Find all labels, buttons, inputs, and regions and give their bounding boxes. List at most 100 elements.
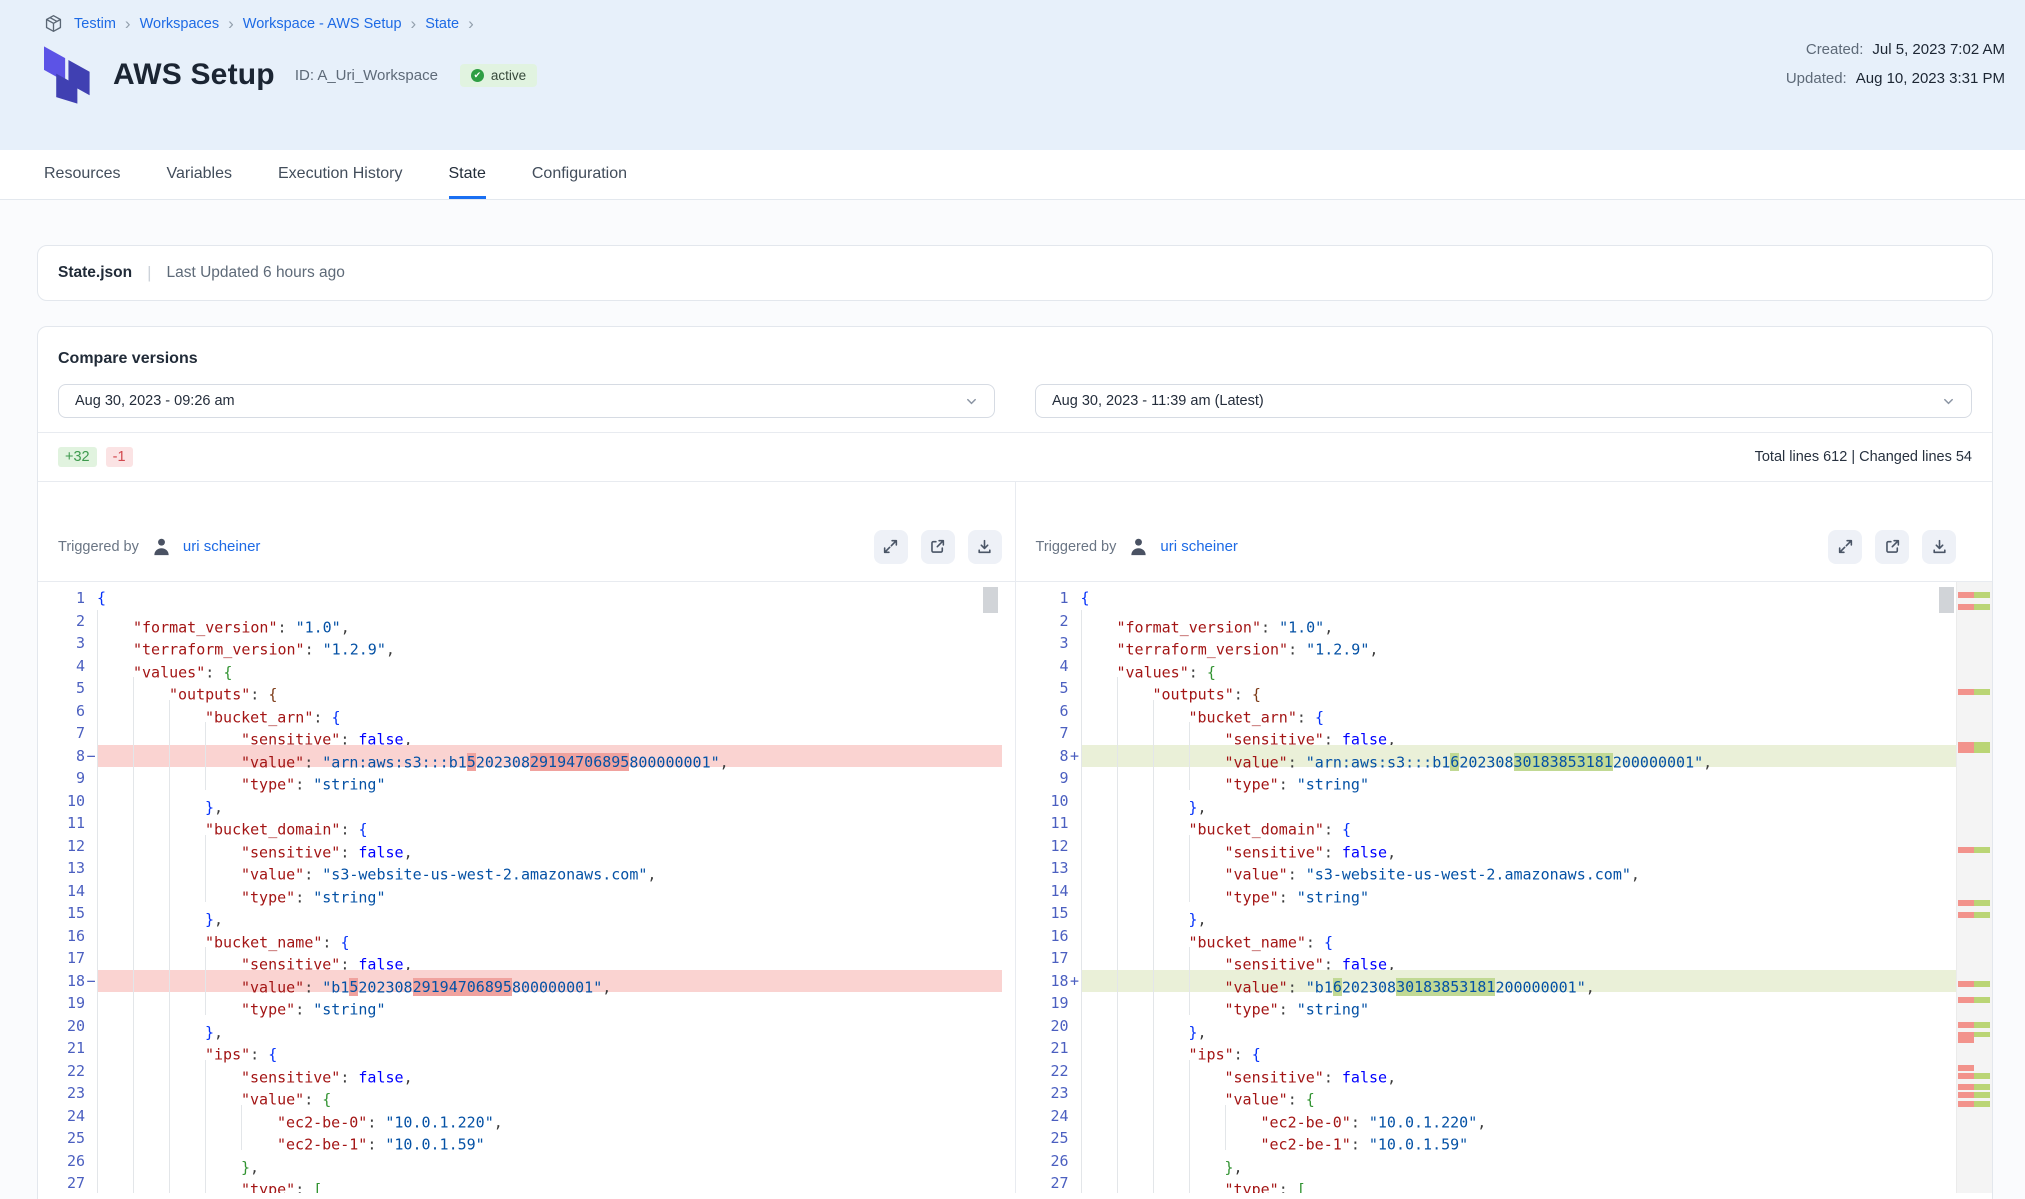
- indent-guide: [97, 745, 133, 768]
- indent-guide: [97, 857, 133, 880]
- indent-guide: [169, 835, 205, 858]
- indent-guide: [1153, 745, 1189, 768]
- indent-guide: [133, 925, 169, 948]
- scrollbar-left[interactable]: [983, 587, 998, 613]
- expand-button[interactable]: [1828, 530, 1862, 564]
- code-line: 27"type": [: [1029, 1172, 1993, 1193]
- code-line-text: },: [1081, 1150, 1993, 1173]
- code-line-text: },: [1081, 1015, 1993, 1038]
- indent-guide: [1081, 1015, 1117, 1038]
- updated-label: Updated:: [1786, 70, 1847, 87]
- indent-guide: [1153, 1172, 1189, 1193]
- code-line-text: "value": "s3-website-us-west-2.amazonaws…: [1081, 857, 1993, 880]
- line-number: 10: [1029, 790, 1081, 813]
- open-external-button[interactable]: [1875, 530, 1909, 564]
- indent-guide: [133, 767, 169, 790]
- version-select-right[interactable]: Aug 30, 2023 - 11:39 am (Latest): [1035, 384, 1972, 418]
- indent-guide: [97, 655, 133, 678]
- indent-guide: [1117, 700, 1153, 723]
- breadcrumb-item-workspace-aws-setup[interactable]: Workspace - AWS Setup: [243, 16, 402, 32]
- expand-button[interactable]: [874, 530, 908, 564]
- code-editor-left[interactable]: 1{2"format_version": "1.0",3"terraform_v…: [45, 582, 1002, 1193]
- line-number: 2: [1029, 610, 1081, 633]
- code-line-text: "type": "string": [97, 992, 1002, 1015]
- ruler-added-mark: [1974, 997, 1990, 1003]
- indent-guide: [1153, 925, 1189, 948]
- code-line: 26},: [1029, 1150, 1993, 1173]
- ruler-removed-mark: [1958, 1073, 1974, 1079]
- indent-guide: [1117, 745, 1153, 768]
- indent-guide: [205, 1060, 241, 1083]
- breadcrumb: Testim › Workspaces › Workspace - AWS Se…: [44, 14, 2005, 33]
- tab-variables[interactable]: Variables: [166, 150, 232, 199]
- indent-guide: [133, 1015, 169, 1038]
- code-line: 22"sensitive": false,: [1029, 1060, 1993, 1083]
- code-line: 6"bucket_arn": {: [45, 700, 1002, 723]
- triggered-by-user-left[interactable]: uri scheiner: [183, 538, 261, 555]
- code-line: 11"bucket_domain": {: [45, 812, 1002, 835]
- diff-pane-left: Triggered by uri scheiner: [38, 482, 1015, 1193]
- tab-state[interactable]: State: [449, 150, 486, 199]
- triggered-by-user-right[interactable]: uri scheiner: [1160, 538, 1238, 555]
- indent-guide: [169, 970, 205, 993]
- tab-resources[interactable]: Resources: [44, 150, 120, 199]
- indent-guide: [1081, 1105, 1117, 1128]
- indent-guide: [1189, 880, 1225, 903]
- code-line-text: "bucket_name": {: [1081, 925, 1993, 948]
- line-number: 16: [1029, 925, 1081, 948]
- indent-guide: [97, 1172, 133, 1193]
- indent-guide: [1153, 790, 1189, 813]
- indent-guide: [1117, 1015, 1153, 1038]
- ruler-added-mark: [1974, 900, 1990, 906]
- tab-execution-history[interactable]: Execution History: [278, 150, 403, 199]
- line-number: 22: [1029, 1060, 1081, 1083]
- added-lines-badge: +32: [58, 447, 97, 467]
- line-number: 8+: [1029, 745, 1081, 768]
- indent-guide: [97, 812, 133, 835]
- indent-guide: [133, 790, 169, 813]
- line-number: 14: [45, 880, 97, 903]
- code-line-text: "ec2-be-0": "10.0.1.220",: [97, 1105, 1002, 1128]
- ruler-removed-mark: [1958, 1065, 1974, 1071]
- indent-guide: [1081, 1082, 1117, 1105]
- line-number: 23: [45, 1082, 97, 1105]
- code-editor-right[interactable]: 1{2"format_version": "1.0",3"terraform_v…: [1029, 582, 1993, 1193]
- indent-guide: [133, 1082, 169, 1105]
- code-token: [: [313, 1181, 322, 1194]
- version-select-right-value: Aug 30, 2023 - 11:39 am (Latest): [1052, 393, 1264, 409]
- indent-guide: [205, 722, 241, 745]
- scrollbar-right[interactable]: [1939, 587, 1954, 613]
- code-line: 9"type": "string": [1029, 767, 1993, 790]
- indent-guide: [205, 1082, 241, 1105]
- download-button[interactable]: [968, 530, 1002, 564]
- diff-overview-ruler[interactable]: [1956, 582, 1992, 1193]
- main-content: State.json | Last Updated 6 hours ago Co…: [0, 200, 2025, 1199]
- code-line: 13"value": "s3-website-us-west-2.amazona…: [45, 857, 1002, 880]
- code-line: 5"outputs": {: [45, 677, 1002, 700]
- version-select-left[interactable]: Aug 30, 2023 - 09:26 am: [58, 384, 995, 418]
- indent-guide: [1081, 947, 1117, 970]
- tab-configuration[interactable]: Configuration: [532, 150, 627, 199]
- indent-guide: [1153, 812, 1189, 835]
- line-number: 25: [1029, 1127, 1081, 1150]
- code-line: 18+"value": "b16202308301838531812000000…: [1029, 970, 1993, 993]
- code-token: :: [295, 1181, 313, 1194]
- indent-guide: [1153, 700, 1189, 723]
- breadcrumb-item-state[interactable]: State: [425, 16, 459, 32]
- indent-guide: [205, 857, 241, 880]
- ruler-added-mark: [1974, 1084, 1990, 1090]
- download-button[interactable]: [1922, 530, 1956, 564]
- breadcrumb-item-workspaces[interactable]: Workspaces: [140, 16, 220, 32]
- indent-guide: [1189, 1172, 1225, 1193]
- open-external-button[interactable]: [921, 530, 955, 564]
- ruler-removed-mark: [1958, 1101, 1974, 1107]
- breadcrumb-item-testim[interactable]: Testim: [74, 16, 116, 32]
- indent-guide: [133, 1060, 169, 1083]
- code-line: 27"type": [: [45, 1172, 1002, 1193]
- download-icon: [1931, 538, 1948, 555]
- ruler-removed-mark: [1958, 847, 1974, 853]
- ruler-removed-mark: [1958, 1084, 1974, 1090]
- code-line: 13"value": "s3-website-us-west-2.amazona…: [1029, 857, 1993, 880]
- indent-guide: [1117, 767, 1153, 790]
- line-number: 18−: [45, 970, 97, 993]
